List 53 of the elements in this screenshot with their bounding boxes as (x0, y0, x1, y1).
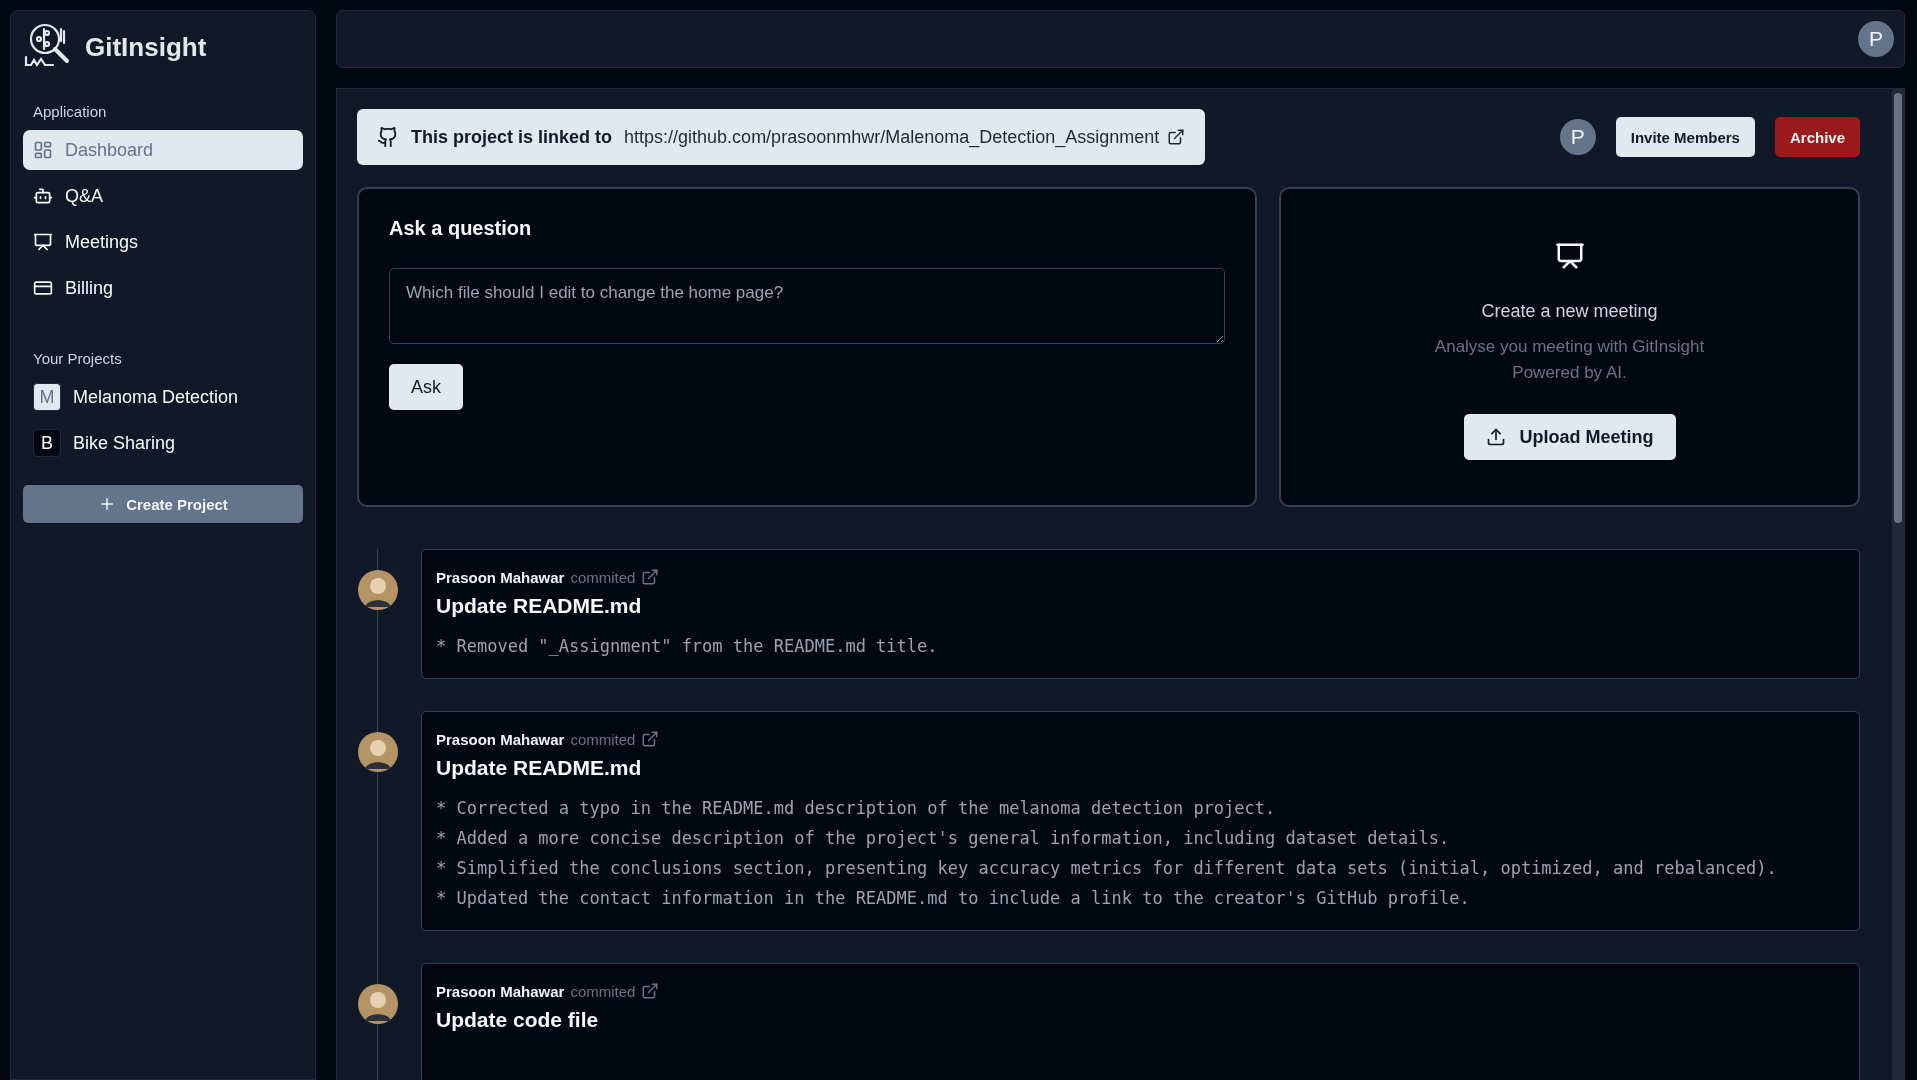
ask-button[interactable]: Ask (389, 364, 463, 410)
scrollbar[interactable] (1892, 89, 1904, 1080)
external-link-icon[interactable] (641, 982, 660, 1000)
upload-icon (1485, 427, 1506, 447)
member-avatar: P (1559, 119, 1596, 155)
nav-item[interactable]: Dashboard (23, 130, 303, 170)
robot-icon (33, 186, 53, 206)
commit-summary-line: * Corrected a typo in the README.md description of the melanoma detection project. (436, 798, 1277, 818)
commit-author: Prasoon Mahawar (436, 730, 565, 748)
presentation-icon (1554, 241, 1585, 271)
commit-action: commited (570, 730, 636, 748)
nav-item[interactable]: Q&A (23, 176, 303, 216)
credit-card-icon (33, 278, 53, 298)
commit-author: Prasoon Mahawar (436, 982, 565, 1000)
avatar-icon (357, 983, 399, 1025)
external-link-icon[interactable] (641, 730, 660, 748)
nav-item[interactable]: Billing (23, 268, 303, 308)
banner-text: This project is linked to (411, 126, 613, 148)
commit-summary-line: * Added a more concise description of the project's general information, including dataset details. (436, 828, 1451, 848)
create-project-button[interactable]: Create Project (23, 485, 303, 523)
repo-link[interactable]: https://github.com/prasoonmhwr/Malenoma_Detection_Assignment (624, 126, 1186, 148)
question-field[interactable]: Which file should I edit to change the home page? (389, 268, 1225, 344)
section-title: Application (32, 103, 108, 120)
nav-item[interactable]: Meetings (23, 222, 303, 262)
project-initial: M (33, 383, 61, 411)
commit-title: Update README.md (436, 594, 643, 618)
invite-members-button[interactable]: Invite Members (1615, 117, 1755, 157)
upload-meeting-button[interactable]: Upload Meeting (1463, 414, 1676, 460)
card-title: Ask a question (389, 217, 533, 240)
card-description: Analyse you meeting with GitInsight Powered by AI. (1434, 336, 1705, 384)
avatar-icon (357, 731, 399, 773)
commit-summary-line: * Simplified the conclusions section, presenting key accuracy metrics for different data sets (initial, optimized, and rebalanced). (436, 858, 1778, 878)
avatar-icon (357, 569, 399, 611)
project-name[interactable]: Bike Sharing (73, 432, 176, 454)
card-title: Create a new meeting (1481, 301, 1658, 322)
commit-action: commited (570, 982, 636, 1000)
user-avatar[interactable]: P (1858, 21, 1894, 57)
commit-action: commited (570, 568, 636, 586)
commit-summary-line: * Removed "_Assignment" from the README.md title. (436, 636, 939, 656)
project-name[interactable]: Melanoma Detection (73, 386, 239, 408)
external-link-icon (1167, 128, 1186, 146)
archive-button[interactable]: Archive (1774, 117, 1860, 157)
commit-title: Update code file (436, 1008, 600, 1032)
app-name: GitInsight (85, 31, 207, 63)
project-initial: B (33, 429, 61, 457)
commit-author: Prasoon Mahawar (436, 568, 565, 586)
github-icon (377, 126, 399, 148)
presentation-icon (33, 232, 53, 252)
section-title: Your Projects (32, 350, 123, 367)
dashboard-icon (33, 140, 53, 160)
commit-summary-line: * Updated the contact information in the README.md to include a link to the creator's GitHub profile. (436, 888, 1471, 908)
commit-title: Update README.md (436, 756, 643, 780)
external-link-icon[interactable] (641, 568, 660, 586)
